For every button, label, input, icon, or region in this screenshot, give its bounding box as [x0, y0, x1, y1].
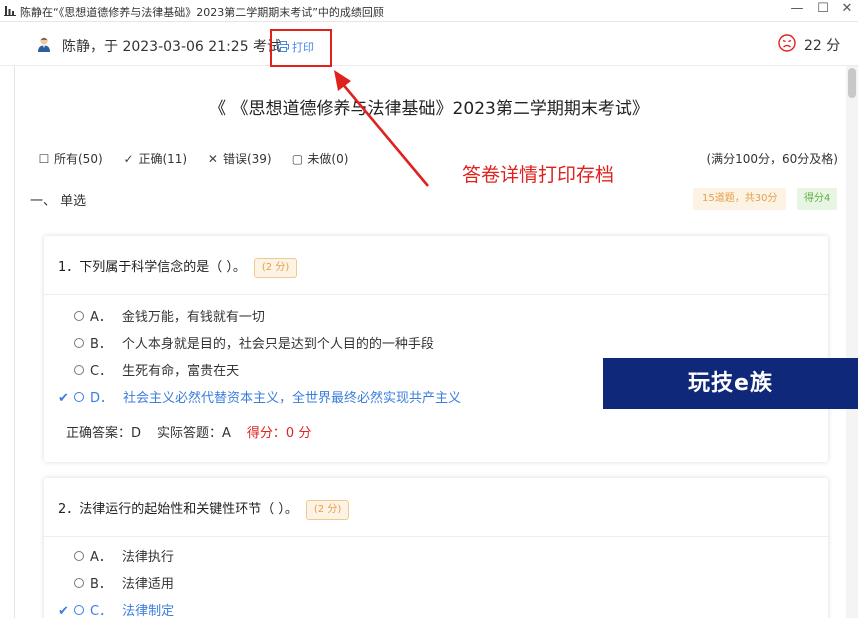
option-text: 法律执行: [121, 550, 174, 565]
option-c-correct: ✔ C． 法律制定: [58, 600, 174, 618]
correct-check-icon: ✔: [58, 604, 69, 618]
question-card: 1．下列属于科学信念的是（ ）。 (2 分) A． 金钱万能，有钱就有一切 B． 个人…: [44, 236, 828, 462]
option-letter: A．: [90, 310, 112, 325]
option-a: A． 金钱万能，有钱就有一切: [58, 306, 265, 325]
app-icon: [4, 6, 16, 16]
window-frame-line: [14, 66, 15, 618]
question-title: 1．下列属于科学信念的是（ ）。 (2 分): [58, 256, 298, 278]
printer-icon: [278, 41, 289, 52]
avatar: [38, 37, 50, 52]
question-title: 2．法律运行的起始性和关键性环节（ ）。 (2 分): [58, 498, 350, 520]
sad-face-icon: [778, 34, 796, 52]
question-text: 2．法律运行的起始性和关键性环节（ ）。: [58, 502, 298, 517]
total-score: 22 分: [804, 38, 841, 54]
filter-all-label: 所有(50): [54, 152, 103, 166]
divider: [44, 294, 828, 295]
check-icon: ✓: [123, 152, 134, 166]
actual-answer: 实际答题：A: [157, 426, 231, 441]
radio-icon: [74, 578, 84, 588]
correct-answer: 正确答案：D: [66, 426, 142, 441]
close-button[interactable]: ✕: [832, 0, 858, 20]
filter-wrong-label: 错误(39): [222, 152, 272, 166]
radio-icon: [74, 311, 84, 321]
result-header: 陈静，于 2023-03-06 21:25 考试 打印 22 分: [0, 22, 858, 67]
window-title: 陈静在“《思想道德修养与法律基础》2023第二学期期末考试”中的成绩回顾: [20, 6, 384, 19]
question-text: 1．下列属于科学信念的是（ ）。: [58, 260, 246, 275]
divider: [44, 536, 828, 537]
filter-correct-label: 正确(11): [138, 152, 188, 166]
window-titlebar: 陈静在“《思想道德修养与法律基础》2023第二学期期末考试”中的成绩回顾 — ☐…: [0, 0, 858, 22]
option-letter: B．: [90, 337, 112, 352]
option-text: 法律制定: [122, 604, 175, 618]
option-b: B． 法律适用: [58, 573, 174, 592]
filter-undone[interactable]: ▢ 未做(0): [291, 150, 349, 167]
watermark-logo: 玩技e族: [603, 358, 858, 409]
section-title: 一、 单选: [30, 194, 87, 209]
question-score: 得分：0 分: [246, 426, 312, 441]
exam-title: 《 《思想道德修养与法律基础》2023第二学期期末考试》: [209, 99, 649, 119]
option-letter: C．: [90, 364, 113, 379]
cross-icon: ✕: [207, 152, 218, 166]
option-a: A． 法律执行: [58, 546, 174, 565]
option-b: B． 个人本身就是目的，社会只是达到个人目的的一种手段: [58, 333, 434, 352]
print-label: 打印: [292, 41, 314, 54]
list-icon: ☐: [38, 152, 50, 166]
answer-summary: 正确答案：D 实际答题：A 得分：0 分: [66, 422, 311, 441]
option-letter: C．: [90, 604, 113, 618]
section-count-badge: 15道题，共30分: [693, 188, 787, 210]
full-score-info: (满分100分，60分及格): [706, 152, 838, 166]
radio-icon: [74, 365, 84, 375]
annotation-text: 答卷详情打印存档: [462, 164, 615, 186]
filter-wrong[interactable]: ✕ 错误(39): [207, 150, 272, 167]
radio-icon: [74, 551, 84, 561]
option-text: 法律适用: [121, 577, 174, 592]
option-d-correct: ✔ D． 社会主义必然代替资本主义，全世界最终必然实现共产主义: [58, 387, 461, 406]
question-points: (2 分): [305, 500, 350, 520]
option-text: 生死有命，富贵在天: [122, 364, 240, 379]
option-text: 个人本身就是目的，社会只是达到个人目的的一种手段: [121, 337, 434, 352]
filter-bar: ☐ 所有(50) ✓ 正确(11) ✕ 错误(39) ▢ 未做(0): [38, 150, 364, 167]
option-text: 金钱万能，有钱就有一切: [121, 310, 265, 325]
filter-all[interactable]: ☐ 所有(50): [38, 150, 103, 167]
scrollbar-track[interactable]: [846, 66, 858, 618]
radio-icon: [74, 392, 84, 402]
option-letter: D．: [90, 391, 114, 406]
option-letter: B．: [90, 577, 112, 592]
radio-icon: [74, 605, 84, 615]
option-text: 社会主义必然代替资本主义，全世界最终必然实现共产主义: [123, 391, 462, 406]
radio-icon: [74, 338, 84, 348]
exam-taker-info: 陈静，于 2023-03-06 21:25 考试: [62, 39, 282, 55]
section-score-badge: 得分4: [797, 188, 838, 210]
filter-undone-label: 未做(0): [307, 152, 349, 166]
filter-correct[interactable]: ✓ 正确(11): [122, 150, 187, 167]
question-card: 2．法律运行的起始性和关键性环节（ ）。 (2 分) A． 法律执行 B． 法律适用 …: [44, 478, 828, 618]
print-button[interactable]: 打印: [278, 39, 314, 55]
empty-box-icon: ▢: [291, 152, 304, 166]
option-c: C． 生死有命，富贵在天: [58, 360, 239, 379]
question-points: (2 分): [253, 258, 298, 278]
correct-check-icon: ✔: [58, 391, 69, 406]
option-letter: A．: [90, 550, 112, 565]
